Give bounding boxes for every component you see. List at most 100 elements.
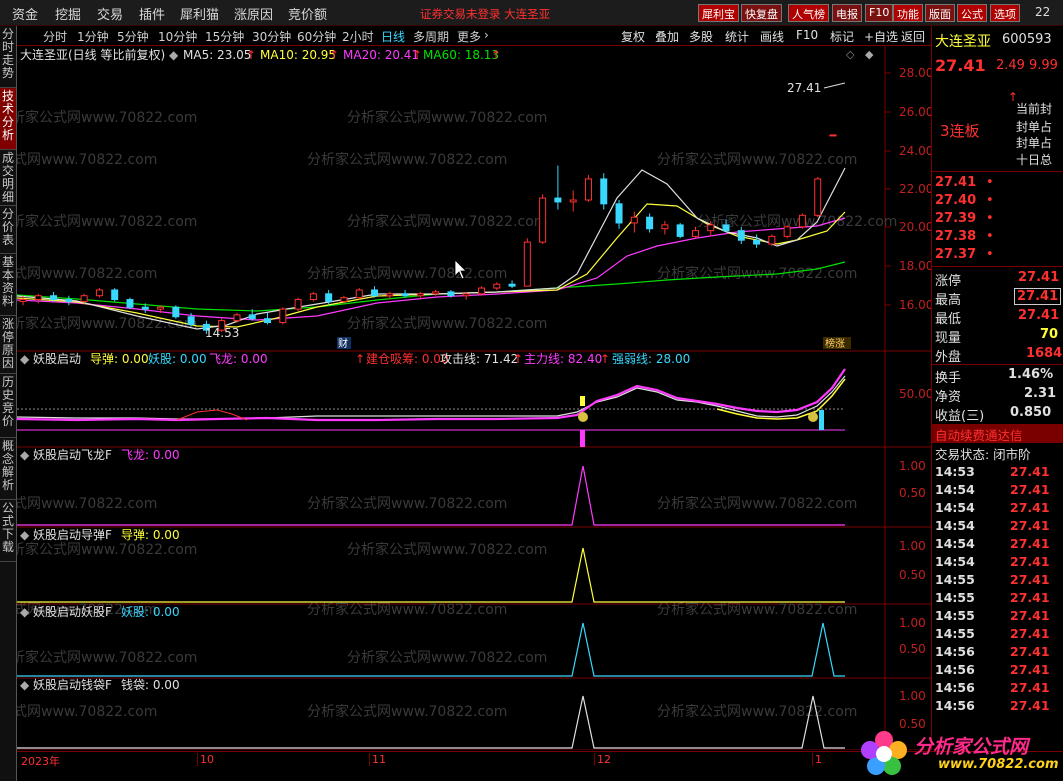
candle <box>111 288 119 302</box>
xilibao-button[interactable]: 犀利宝 <box>698 4 739 22</box>
svg-text:分析家公式网www.70822.com: 分析家公式网www.70822.com <box>657 265 857 282</box>
layout-button[interactable]: 版面 <box>925 4 955 22</box>
svg-text:↑: ↑ <box>600 352 610 366</box>
strength-line-value: 强弱线: 28.00 <box>612 352 690 366</box>
indicator1-title: 妖股启动 <box>33 352 81 366</box>
svg-text:分析家公式网www.70822.com: 分析家公式网www.70822.com <box>17 109 197 126</box>
logo-title: 分析家公式网 <box>914 736 1029 758</box>
svg-text:◆: ◆ <box>20 605 30 619</box>
function-button[interactable]: 功能 <box>893 4 923 22</box>
tab-technical[interactable]: 技术分析 <box>0 88 16 150</box>
menu-item-mining[interactable]: 挖掘 <box>55 4 81 23</box>
svg-text:28.00: 28.00 <box>899 66 931 80</box>
indicator3: ◆ 妖股启动导弹F 导弹: 0.00 1.00 0.50 <box>17 528 926 603</box>
kline-chart-area[interactable]: 分析家公式网www.70822.com 分析家公式网www.70822.com 分… <box>17 26 931 750</box>
tab-price-table[interactable]: 分价表 <box>0 206 16 254</box>
trade-row: 14:54 27.41 <box>935 536 1061 554</box>
menu-item-plugins[interactable]: 插件 <box>139 4 165 23</box>
high-value: 27.41 <box>1014 288 1062 305</box>
trade-row: 14:56 27.41 <box>935 644 1061 662</box>
low-price-label: 14.53 <box>205 326 239 340</box>
candle <box>493 282 501 290</box>
trade-price: 27.41 <box>1010 500 1050 515</box>
collapse-icon: ◆ <box>169 48 179 62</box>
limit-streak-badge: 3连板 <box>940 122 980 140</box>
renew-banner[interactable]: 自动续费通达信 <box>935 425 1023 444</box>
svg-text:50.00: 50.00 <box>899 387 931 401</box>
menu-item-funds[interactable]: 资金 <box>12 4 38 23</box>
candle <box>661 221 669 235</box>
candle <box>753 234 761 248</box>
tab-trades[interactable]: 成交明细 <box>0 150 16 206</box>
svg-text:分析家公式网www.70822.com: 分析家公式网www.70822.com <box>347 315 547 332</box>
main-force-value: 主力线: 82.40 <box>524 352 602 366</box>
site-logo: 分析家公式网 www.70822.com <box>856 726 1060 778</box>
trade-price: 27.41 <box>1010 482 1050 497</box>
svg-text:20.00: 20.00 <box>899 220 931 234</box>
trade-row: 14:55 27.41 <box>935 572 1061 590</box>
candle <box>646 213 654 233</box>
candle <box>600 173 608 210</box>
trade-row: 14:56 27.41 <box>935 680 1061 698</box>
candle <box>309 291 317 302</box>
trade-price: 27.41 <box>1010 644 1050 659</box>
candle <box>615 200 623 229</box>
tab-intraday[interactable]: 分时走势 <box>0 26 16 88</box>
trade-time: 14:56 <box>935 662 975 677</box>
quick-review-button[interactable]: 快复盘 <box>741 4 782 22</box>
tab-concepts[interactable]: 概念解析 <box>0 438 16 500</box>
axis-month-10: 10 <box>197 753 214 766</box>
svg-text:分析家公式网www.70822.com: 分析家公式网www.70822.com <box>17 265 157 282</box>
trade-status: 交易状态: 闭市阶 <box>935 447 1031 462</box>
missile-value: 导弹: 0.00 <box>90 352 149 366</box>
candle <box>569 190 577 212</box>
trade-time: 14:56 <box>935 698 975 713</box>
svg-text:分析家公式网www.70822.com: 分析家公式网www.70822.com <box>17 649 197 666</box>
candle <box>523 238 531 287</box>
tab-fundamentals[interactable]: 基本资料 <box>0 254 16 316</box>
svg-text:◆: ◆ <box>20 678 30 692</box>
svg-text:0.50: 0.50 <box>899 486 926 500</box>
options-button[interactable]: 选项 <box>990 4 1020 22</box>
svg-text:分析家公式网www.70822.com: 分析家公式网www.70822.com <box>307 601 507 618</box>
trade-time: 14:54 <box>935 554 975 569</box>
tab-formula-download[interactable]: 公式下载 <box>0 500 16 562</box>
stock-code: 600593 <box>1002 32 1052 47</box>
flying-dragon-value: 飞龙: 0.00 <box>209 352 268 366</box>
popularity-button[interactable]: 人气榜 <box>788 4 829 22</box>
top-menu-bar: 资金 挖掘 交易 插件 犀利猫 涨原因 竞价额 证券交易未登录 大连圣亚 犀利宝… <box>0 0 1063 26</box>
candle <box>539 194 547 245</box>
svg-text:分析家公式网www.70822.com: 分析家公式网www.70822.com <box>17 151 157 168</box>
trade-time: 14:54 <box>935 536 975 551</box>
trade-row: 14:53 27.41 <box>935 464 1061 482</box>
menu-item-trade[interactable]: 交易 <box>97 4 123 23</box>
candle <box>676 222 684 239</box>
candle <box>34 293 42 304</box>
menu-item-limit-reason[interactable]: 涨原因 <box>234 4 273 23</box>
trade-time: 14:56 <box>935 644 975 659</box>
accumulation-value: 建仓吸筹: 0.00 <box>366 352 449 366</box>
menu-item-auction[interactable]: 竞价额 <box>288 4 327 23</box>
f10-button[interactable]: F10 <box>865 4 894 22</box>
tab-auction-history[interactable]: 历史竞价 <box>0 374 16 438</box>
trade-price: 27.41 <box>1010 554 1050 569</box>
svg-text:↑: ↑ <box>491 48 501 62</box>
svg-text:分析家公式网www.70822.com: 分析家公式网www.70822.com <box>657 601 857 618</box>
trade-row: 14:55 27.41 <box>935 608 1061 626</box>
order-book-row: 27.38 <box>935 229 977 244</box>
menu-item-xilimao[interactable]: 犀利猫 <box>180 4 219 23</box>
trade-row: 14:56 27.41 <box>935 698 1061 716</box>
money-bag-icon-2 <box>808 412 818 422</box>
candle <box>126 297 134 310</box>
svg-text:22.00: 22.00 <box>899 182 931 196</box>
svg-text:0.50: 0.50 <box>899 568 926 582</box>
tab-limit-reason[interactable]: 涨停原因 <box>0 316 16 374</box>
telegraph-button[interactable]: 电报 <box>832 4 862 22</box>
formula-button[interactable]: 公式 <box>957 4 987 22</box>
trade-price: 27.41 <box>1010 572 1050 587</box>
trade-row: 14:56 27.41 <box>935 662 1061 680</box>
pct-change: 9.99 <box>1029 58 1058 73</box>
candle <box>584 175 592 202</box>
axis-month-11: 11 <box>369 753 386 766</box>
trade-time: 14:54 <box>935 518 975 533</box>
